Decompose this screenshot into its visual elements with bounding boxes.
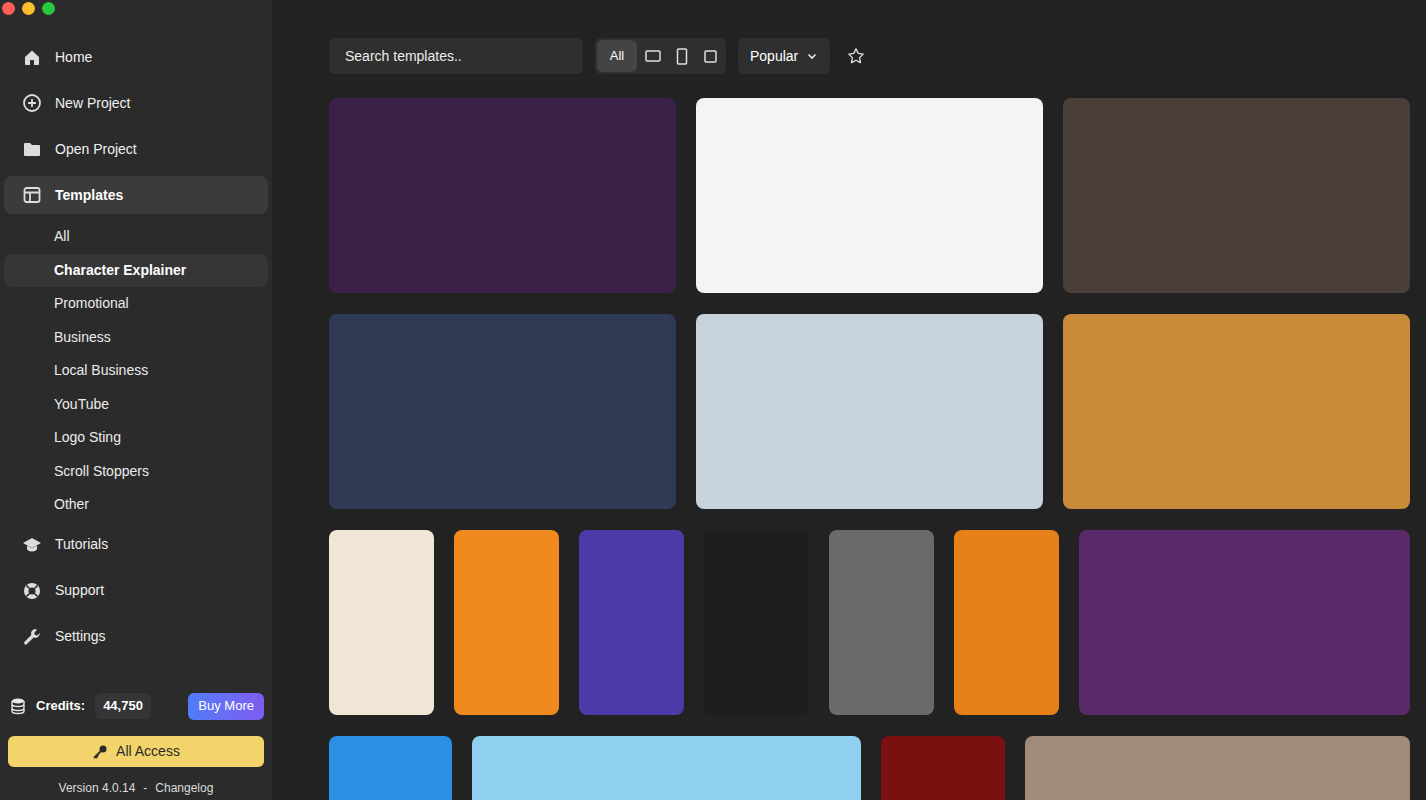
template-card[interactable] [1079, 530, 1410, 715]
template-card[interactable] [1025, 736, 1410, 800]
portrait-icon [676, 48, 688, 65]
template-card[interactable] [1063, 314, 1410, 509]
credits: Credits: 44,750 [8, 693, 151, 719]
template-card[interactable] [579, 530, 684, 715]
sidebar-item-label: Settings [55, 626, 106, 647]
template-card[interactable] [704, 530, 809, 715]
sort-value: Popular [750, 46, 798, 67]
version-separator: - [143, 779, 147, 797]
category-item[interactable]: All [4, 220, 268, 254]
template-card[interactable] [329, 98, 676, 293]
sidebar-footer: Credits: 44,750 Buy More All Access Version … [0, 692, 272, 800]
all-access-label: All Access [116, 741, 180, 762]
coins-icon [10, 697, 30, 715]
templates-icon [22, 185, 42, 205]
category-label: Other [54, 494, 89, 515]
window-controls [0, 0, 272, 34]
sidebar-item-label: Home [55, 47, 92, 68]
sidebar-item[interactable]: Settings [4, 618, 268, 656]
credits-row: Credits: 44,750 Buy More [8, 692, 264, 720]
category-item[interactable]: Scroll Stoppers [4, 455, 268, 489]
category-item[interactable]: Business [4, 321, 268, 355]
category-label: Local Business [54, 360, 148, 381]
credits-label: Credits: [36, 696, 85, 716]
template-card[interactable] [1063, 98, 1410, 293]
template-card[interactable] [954, 530, 1059, 715]
changelog-link[interactable]: Changelog [155, 779, 213, 797]
version-row: Version 4.0.14-Changelog [8, 778, 264, 798]
category-item[interactable]: Promotional [4, 287, 268, 321]
sidebar-item-label: Support [55, 580, 104, 601]
template-row [329, 98, 1410, 293]
category-label: Logo Sting [54, 427, 121, 448]
landscape-icon [645, 50, 661, 62]
key-icon [92, 744, 108, 760]
sidebar-item[interactable]: Home [4, 38, 268, 76]
template-grid [329, 98, 1410, 800]
toolbar: All Popular [329, 38, 1410, 74]
square-icon [704, 50, 717, 63]
template-card[interactable] [696, 314, 1043, 509]
sidebar-item[interactable]: Support [4, 572, 268, 610]
main-content: All Popular [272, 0, 1426, 800]
category-item[interactable]: Local Business [4, 354, 268, 388]
template-card[interactable] [696, 98, 1043, 293]
template-row [329, 314, 1410, 509]
template-card[interactable] [329, 314, 676, 509]
folder-icon [22, 139, 42, 159]
wrench-icon [22, 627, 42, 647]
sidebar-item[interactable]: Open Project [4, 130, 268, 168]
favorites-button[interactable] [844, 44, 868, 68]
filter-all[interactable]: All [597, 40, 637, 72]
all-access-button[interactable]: All Access [8, 736, 264, 767]
window-control[interactable] [42, 2, 55, 15]
category-label: Promotional [54, 293, 129, 314]
sidebar-item[interactable]: New Project [4, 84, 268, 122]
template-card[interactable] [472, 736, 861, 800]
filter-square[interactable] [697, 40, 724, 72]
sidebar-item[interactable]: Templates [4, 176, 268, 214]
sidebar-item-label: Templates [55, 185, 123, 206]
buy-more-button[interactable]: Buy More [188, 693, 264, 720]
graduation-cap-icon [22, 535, 42, 555]
template-categories: All Character Explainer Promotional Busines… [0, 220, 272, 522]
sidebar: Home New Project Open Project Templates All C… [0, 0, 272, 800]
format-filter: All [595, 38, 726, 74]
category-item[interactable]: Logo Sting [4, 421, 268, 455]
filter-landscape[interactable] [639, 40, 666, 72]
template-card[interactable] [881, 736, 1005, 800]
template-row [329, 736, 1410, 800]
category-item[interactable]: Character Explainer [4, 254, 268, 288]
category-label: YouTube [54, 394, 109, 415]
sidebar-item-label: Tutorials [55, 534, 108, 555]
lifebuoy-icon [22, 581, 42, 601]
plus-circle-icon [22, 93, 42, 113]
sidebar-item-label: New Project [55, 93, 130, 114]
template-card[interactable] [329, 530, 434, 715]
window-control[interactable] [2, 2, 15, 15]
filter-label: All [610, 46, 624, 66]
category-label: All [54, 226, 70, 247]
category-item[interactable]: Other [4, 488, 268, 522]
credits-value: 44,750 [95, 693, 151, 719]
category-label: Business [54, 327, 111, 348]
template-card[interactable] [329, 736, 452, 800]
chevron-down-icon [806, 50, 818, 62]
category-item[interactable]: YouTube [4, 388, 268, 422]
sort-dropdown[interactable]: Popular [738, 38, 830, 74]
sidebar-item[interactable]: Tutorials [4, 526, 268, 564]
category-label: Character Explainer [54, 260, 186, 281]
star-icon [847, 47, 865, 65]
window-control[interactable] [22, 2, 35, 15]
template-card[interactable] [454, 530, 559, 715]
template-row [329, 530, 1410, 715]
search-input[interactable] [329, 38, 583, 74]
filter-portrait[interactable] [668, 40, 695, 72]
sidebar-item-label: Open Project [55, 139, 137, 160]
category-label: Scroll Stoppers [54, 461, 149, 482]
template-card[interactable] [829, 530, 934, 715]
home-icon [22, 47, 42, 67]
version-text: Version 4.0.14 [59, 779, 136, 797]
